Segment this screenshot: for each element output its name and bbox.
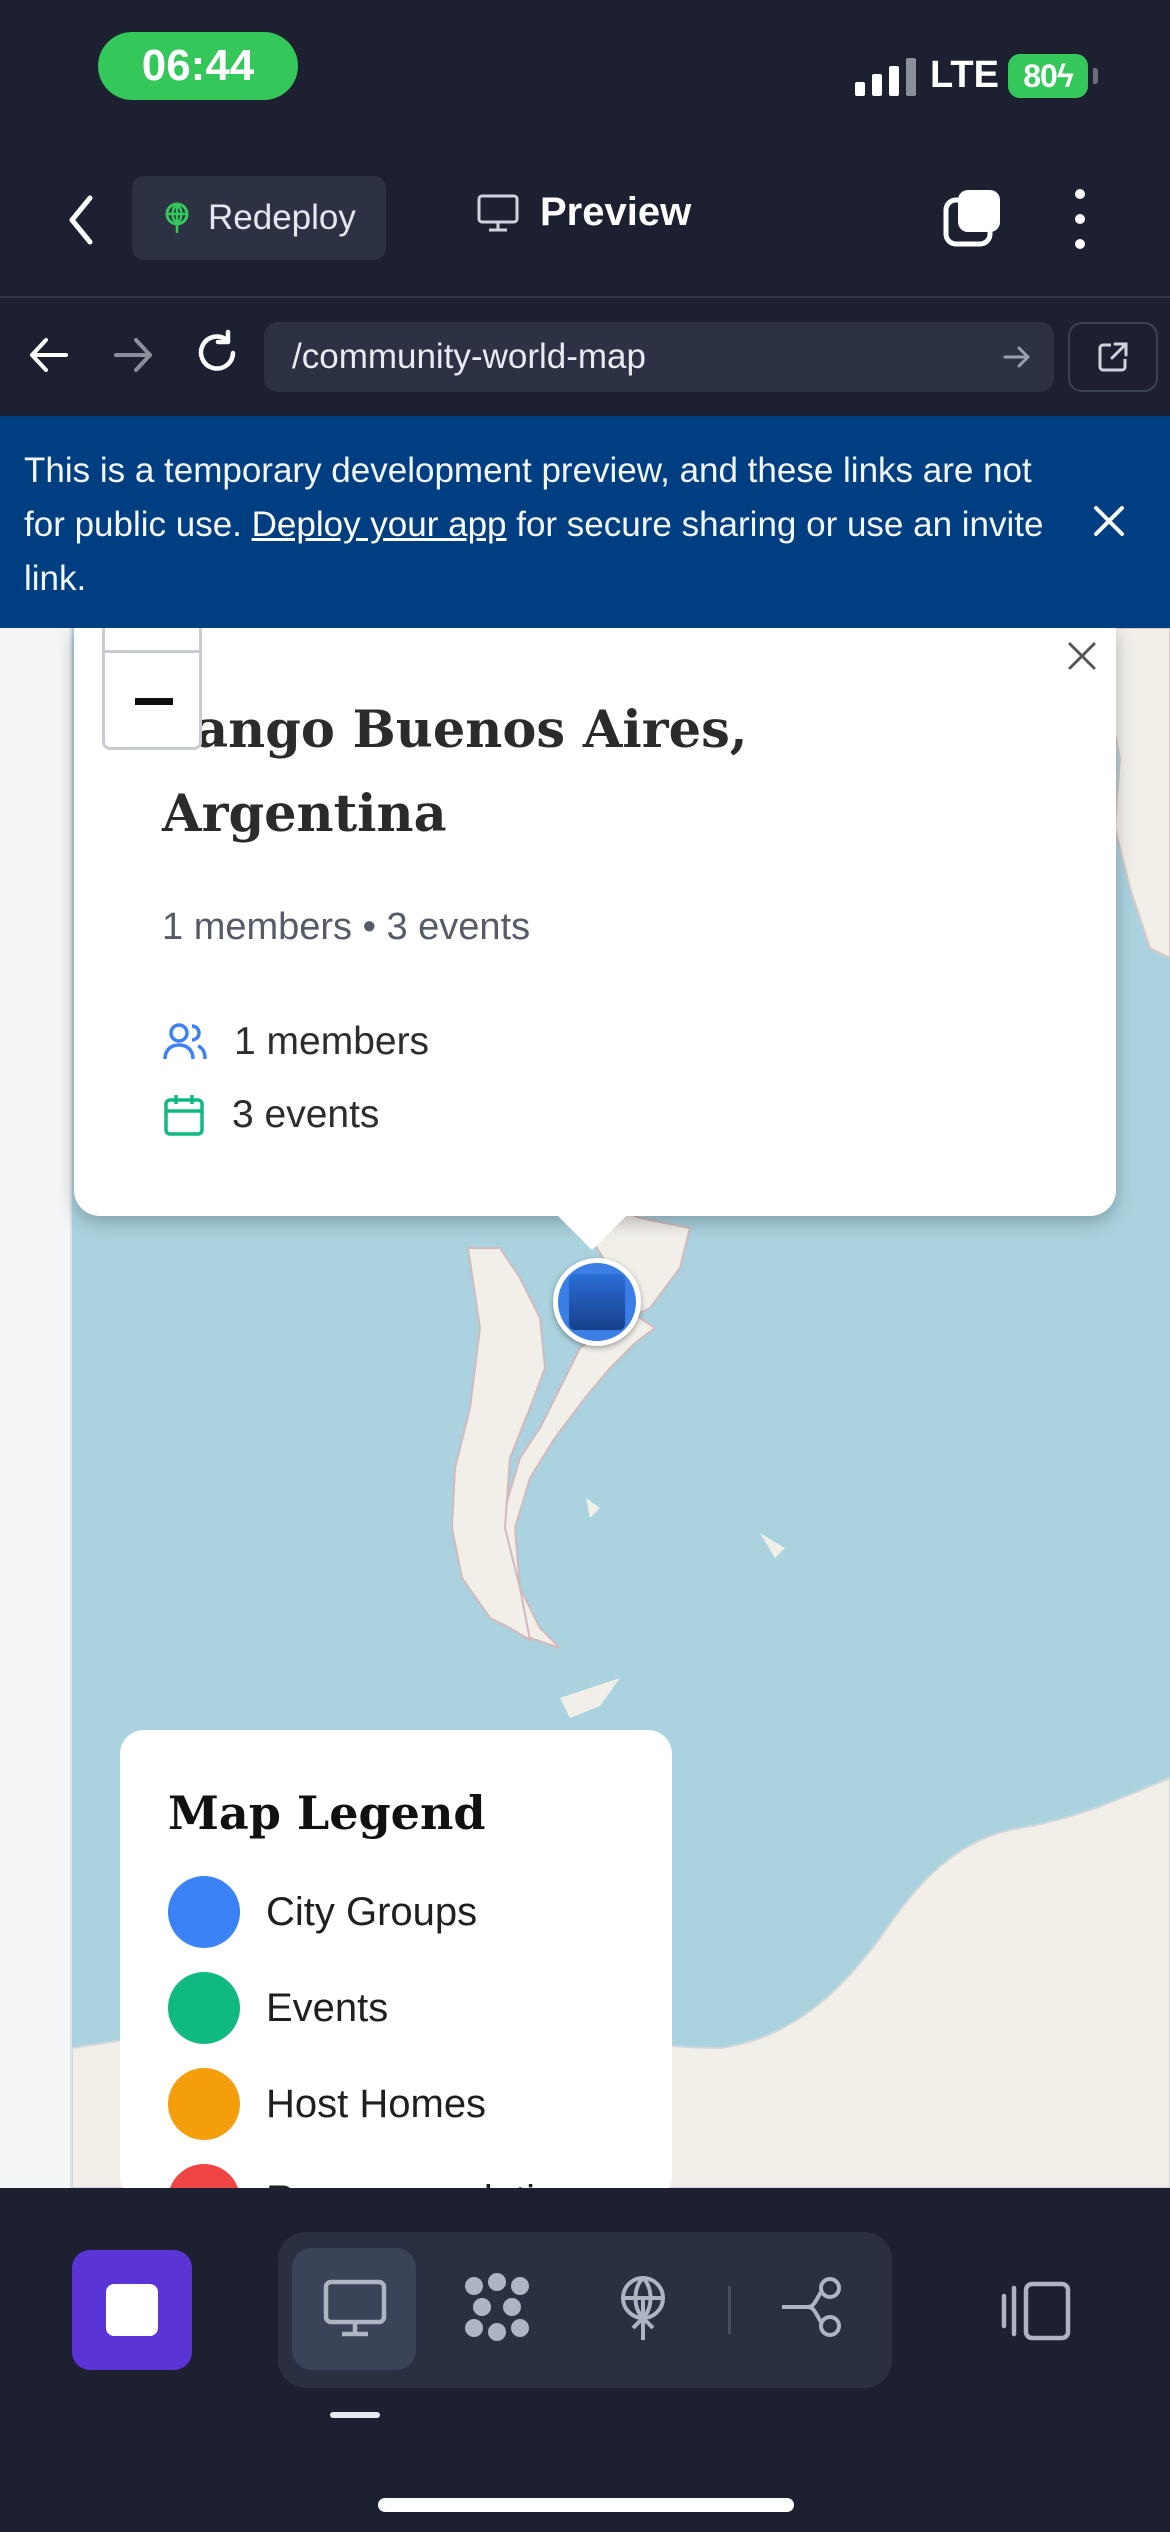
- map-side-strip: [0, 628, 72, 2188]
- reload-icon[interactable]: [192, 328, 242, 378]
- events-label: 3 events: [232, 1093, 380, 1136]
- more-options-icon[interactable]: [1062, 186, 1098, 252]
- popup-title: Tango Buenos Aires, Argentina: [162, 700, 748, 844]
- events-row: 3 events: [162, 1092, 379, 1138]
- users-icon: [163, 1023, 207, 1060]
- redeploy-label: Redeploy: [208, 198, 356, 237]
- network-type: LTE: [930, 54, 999, 96]
- legend-swatch: [168, 2164, 240, 2188]
- legend-label: City Groups: [266, 1889, 478, 1934]
- members-label: 1 members: [234, 1020, 430, 1063]
- url-input[interactable]: /community-world-map: [264, 322, 1054, 392]
- members-row: 1 members: [162, 1020, 429, 1064]
- app-toolbar: Redeploy Preview: [0, 150, 1170, 295]
- legend-label: Events: [266, 1985, 389, 2030]
- legend-label: Host Homes: [266, 2081, 487, 2126]
- cellular-signal-icon: [855, 58, 916, 96]
- deploy-icon: [165, 202, 189, 233]
- legend-swatch: [168, 1972, 240, 2044]
- city-thumbnail: [569, 1274, 625, 1330]
- legend-item: Events: [168, 1972, 388, 2044]
- url-text: /community-world-map: [292, 337, 646, 376]
- bottom-toolbar: [0, 2188, 1170, 2532]
- side-panel-icon[interactable]: [1000, 2278, 1074, 2344]
- workspace-icon[interactable]: [460, 2270, 534, 2344]
- zoom-out-button[interactable]: [135, 698, 173, 705]
- deploy-app-link[interactable]: Deploy your app: [252, 505, 507, 544]
- legend-swatch: [168, 2068, 240, 2140]
- city-group-marker[interactable]: [553, 1258, 641, 1346]
- location-popup: Tango Buenos Aires, Argentina 1 members …: [74, 628, 1116, 1216]
- separator: [728, 2286, 731, 2334]
- preview-tab[interactable]: Preview: [476, 190, 691, 235]
- redeploy-button[interactable]: Redeploy: [132, 176, 386, 260]
- preview-label: Preview: [540, 190, 692, 234]
- deployments-icon[interactable]: [606, 2270, 680, 2344]
- active-view-indicator: [330, 2412, 380, 2418]
- stop-button[interactable]: [72, 2250, 192, 2370]
- external-link-icon: [1098, 342, 1128, 372]
- git-branch-icon[interactable]: [778, 2270, 852, 2344]
- status-bar: 06:44 LTE 80 ϟ: [0, 0, 1170, 150]
- banner-text: This is a temporary development preview,…: [24, 444, 1064, 606]
- home-indicator: [378, 2498, 794, 2512]
- go-arrow-icon[interactable]: [1002, 342, 1032, 372]
- popup-summary: 1 members • 3 events: [162, 906, 531, 948]
- back-chevron-icon[interactable]: [62, 190, 102, 250]
- zoom-control: [102, 628, 202, 750]
- popup-pointer: [558, 1216, 626, 1250]
- monitor-icon[interactable]: [318, 2270, 392, 2344]
- legend-item: City Groups: [168, 1876, 477, 1948]
- view-switcher: [278, 2232, 892, 2388]
- legend-item: Host Homes: [168, 2068, 486, 2140]
- arrow-left-icon[interactable]: [26, 332, 72, 378]
- dev-preview-banner: This is a temporary development preview,…: [0, 416, 1170, 628]
- calendar-icon: [164, 1095, 204, 1136]
- app-screen: 06:44 LTE 80 ϟ Redeploy Preview /communit…: [0, 0, 1170, 2532]
- legend-title: Map Legend: [168, 1786, 486, 1840]
- close-popup-icon[interactable]: [1062, 636, 1102, 676]
- clock: 06:44: [98, 32, 298, 100]
- battery-level: 80: [1023, 57, 1058, 94]
- stop-icon: [106, 2284, 158, 2336]
- legend-swatch: [168, 1876, 240, 1948]
- browser-url-bar: /community-world-map: [0, 296, 1170, 416]
- tabs-icon[interactable]: [942, 186, 1004, 248]
- battery-indicator: 80 ϟ: [1008, 54, 1098, 98]
- zoom-divider: [105, 650, 199, 653]
- arrow-right-icon[interactable]: [110, 332, 156, 378]
- monitor-icon: [477, 194, 519, 231]
- close-icon[interactable]: [1092, 504, 1126, 538]
- map-legend: Map Legend City Groups Events Host Homes…: [120, 1730, 672, 2188]
- open-external-button[interactable]: [1068, 322, 1158, 392]
- legend-label: Recommendations: [266, 2178, 600, 2189]
- charging-bolt-icon: ϟ: [1056, 57, 1074, 94]
- world-map[interactable]: Tango Buenos Aires, Argentina 1 members …: [0, 628, 1170, 2188]
- legend-item: Recommendations: [168, 2164, 600, 2188]
